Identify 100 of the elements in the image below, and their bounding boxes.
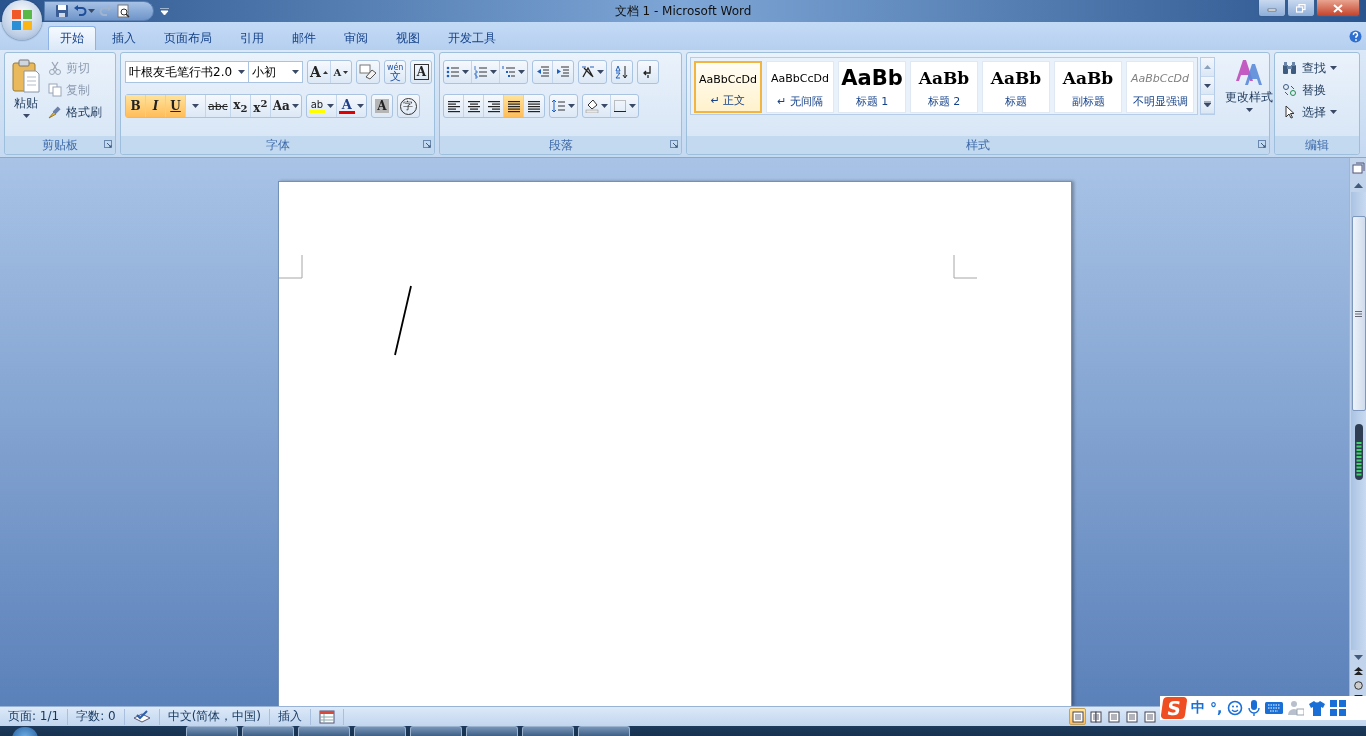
bold-button[interactable]: B: [126, 95, 146, 117]
circle-icon: [1353, 680, 1363, 690]
ribbon-tab[interactable]: 邮件: [280, 26, 328, 50]
down-arrow-icon: [1353, 654, 1363, 660]
style-item[interactable]: AaBbCcDd 不明显强调: [1126, 61, 1194, 113]
double-up-arrow-icon: [1353, 667, 1363, 675]
caret-icon: [356, 104, 364, 108]
numbered-list-icon: [474, 65, 488, 79]
font-size-field[interactable]: 小初: [249, 61, 303, 83]
punctuation-button[interactable]: °,: [1210, 700, 1223, 716]
view-page-icon: [1089, 710, 1102, 723]
subscript-button[interactable]: x$_{2}$: [230, 95, 251, 117]
ink-stroke: [392, 285, 413, 357]
taskbar-button[interactable]: [354, 726, 406, 736]
highlight-button[interactable]: ab: [306, 95, 337, 117]
more-icon: [1204, 101, 1211, 108]
scissors-icon: [48, 61, 62, 75]
underline-button[interactable]: U: [166, 95, 186, 117]
replace-icon: [1282, 83, 1298, 97]
print-preview-button[interactable]: [117, 2, 131, 20]
dialog-launcher[interactable]: [1258, 140, 1266, 148]
taskbar-button[interactable]: [410, 726, 462, 736]
skin-button[interactable]: [1309, 700, 1326, 716]
taskbar-button[interactable]: [298, 726, 350, 736]
ribbon-tab[interactable]: 插入: [100, 26, 148, 50]
save-button[interactable]: [55, 2, 69, 20]
taskbar-button[interactable]: [242, 726, 294, 736]
keyboard-button[interactable]: [1265, 702, 1284, 714]
office-logo-icon: [10, 8, 34, 32]
numbering-button[interactable]: [472, 61, 500, 83]
sheet-icon: [319, 709, 336, 724]
grow-font-button[interactable]: A: [308, 61, 331, 83]
close-button[interactable]: [1316, 0, 1360, 17]
ribbon-tab[interactable]: 开发工具: [436, 26, 508, 50]
taskbar-button[interactable]: [186, 726, 238, 736]
ribbon-tab[interactable]: 页面布局: [152, 26, 224, 50]
ribbon-tab[interactable]: 审阅: [332, 26, 380, 50]
level-meter-icon: [1354, 424, 1363, 480]
clipboard-icon: [12, 59, 40, 93]
style-item[interactable]: AaBb 标题 2: [910, 61, 978, 113]
select-button[interactable]: 选择: [1280, 101, 1356, 123]
macro-button[interactable]: [319, 709, 336, 724]
proofing-button[interactable]: [132, 709, 151, 724]
dialog-launcher[interactable]: [670, 140, 678, 148]
view-button[interactable]: [1105, 708, 1122, 725]
view-button[interactable]: [1087, 708, 1104, 725]
caret-icon: [597, 70, 604, 74]
style-item[interactable]: AaBb 标题: [982, 61, 1050, 113]
taskbar-button[interactable]: [522, 726, 574, 736]
taskbar-button[interactable]: [578, 726, 630, 736]
caret-icon: [88, 9, 95, 13]
shading-button[interactable]: [583, 95, 611, 117]
painter-button[interactable]: 格式刷: [46, 101, 104, 123]
voice-button[interactable]: [1248, 700, 1261, 716]
gallery-more-button[interactable]: [1201, 95, 1214, 114]
ime-logo[interactable]: S: [1160, 697, 1188, 719]
ribbon-tab[interactable]: 开始: [48, 26, 96, 50]
view-button[interactable]: [1069, 708, 1086, 725]
character-shading-button[interactable]: A: [371, 95, 392, 117]
style-item[interactable]: AaBbCcDd ↵ 正文: [694, 61, 762, 113]
superscript-button[interactable]: x$^{2}$: [250, 95, 271, 117]
ime-mode-button[interactable]: 中: [1191, 699, 1205, 717]
toolbox-button[interactable]: [1330, 700, 1347, 716]
taskbar-button[interactable]: [466, 726, 518, 736]
ribbon-tab[interactable]: 引用: [228, 26, 276, 50]
shrink-font-button[interactable]: A: [330, 61, 351, 83]
font-name-field[interactable]: 叶根友毛笔行书2.0: [125, 61, 249, 83]
help-button[interactable]: [1349, 30, 1362, 43]
dialog-launcher[interactable]: [423, 140, 431, 148]
change-styles-button[interactable]: 更改样式: [1221, 57, 1277, 136]
view-button[interactable]: [1141, 708, 1158, 725]
group-label: 编辑: [1305, 136, 1329, 154]
scrollbar-thumb[interactable]: [1351, 216, 1366, 411]
restore-icon: [1296, 3, 1306, 13]
font-color-button[interactable]: A: [336, 95, 366, 117]
strikethrough-button[interactable]: abc: [206, 95, 231, 117]
change-case-button[interactable]: Aa: [270, 95, 301, 117]
replace-button[interactable]: 替换: [1280, 79, 1356, 101]
paste-button[interactable]: 粘贴: [8, 57, 44, 136]
bullets-button[interactable]: [444, 61, 472, 83]
style-item[interactable]: AaBb 副标题: [1054, 61, 1122, 113]
grip-icon: [1355, 310, 1362, 317]
group-label: 段落: [548, 136, 573, 154]
start-button[interactable]: [12, 727, 38, 736]
phonetic-guide-button[interactable]: wén 文: [384, 61, 406, 83]
style-item[interactable]: AaBbCcDd ↵ 无间隔: [766, 61, 834, 113]
restore-button[interactable]: [1287, 0, 1315, 17]
view-button[interactable]: [1123, 708, 1140, 725]
align-button[interactable]: [504, 95, 524, 117]
styles-letters-icon: [1234, 57, 1264, 87]
italic-button[interactable]: I: [146, 95, 166, 117]
dialog-launcher[interactable]: [104, 140, 112, 148]
find-button[interactable]: 查找: [1280, 57, 1356, 79]
emoji-button[interactable]: [1227, 700, 1244, 716]
style-item[interactable]: AaBb 标题 1: [838, 61, 906, 113]
ribbon-tab[interactable]: 视图: [384, 26, 432, 50]
up-arrow-icon: [1204, 64, 1211, 69]
caret-icon: [490, 70, 497, 74]
character-border-button[interactable]: A: [411, 61, 432, 83]
minimize-button[interactable]: [1258, 0, 1286, 17]
